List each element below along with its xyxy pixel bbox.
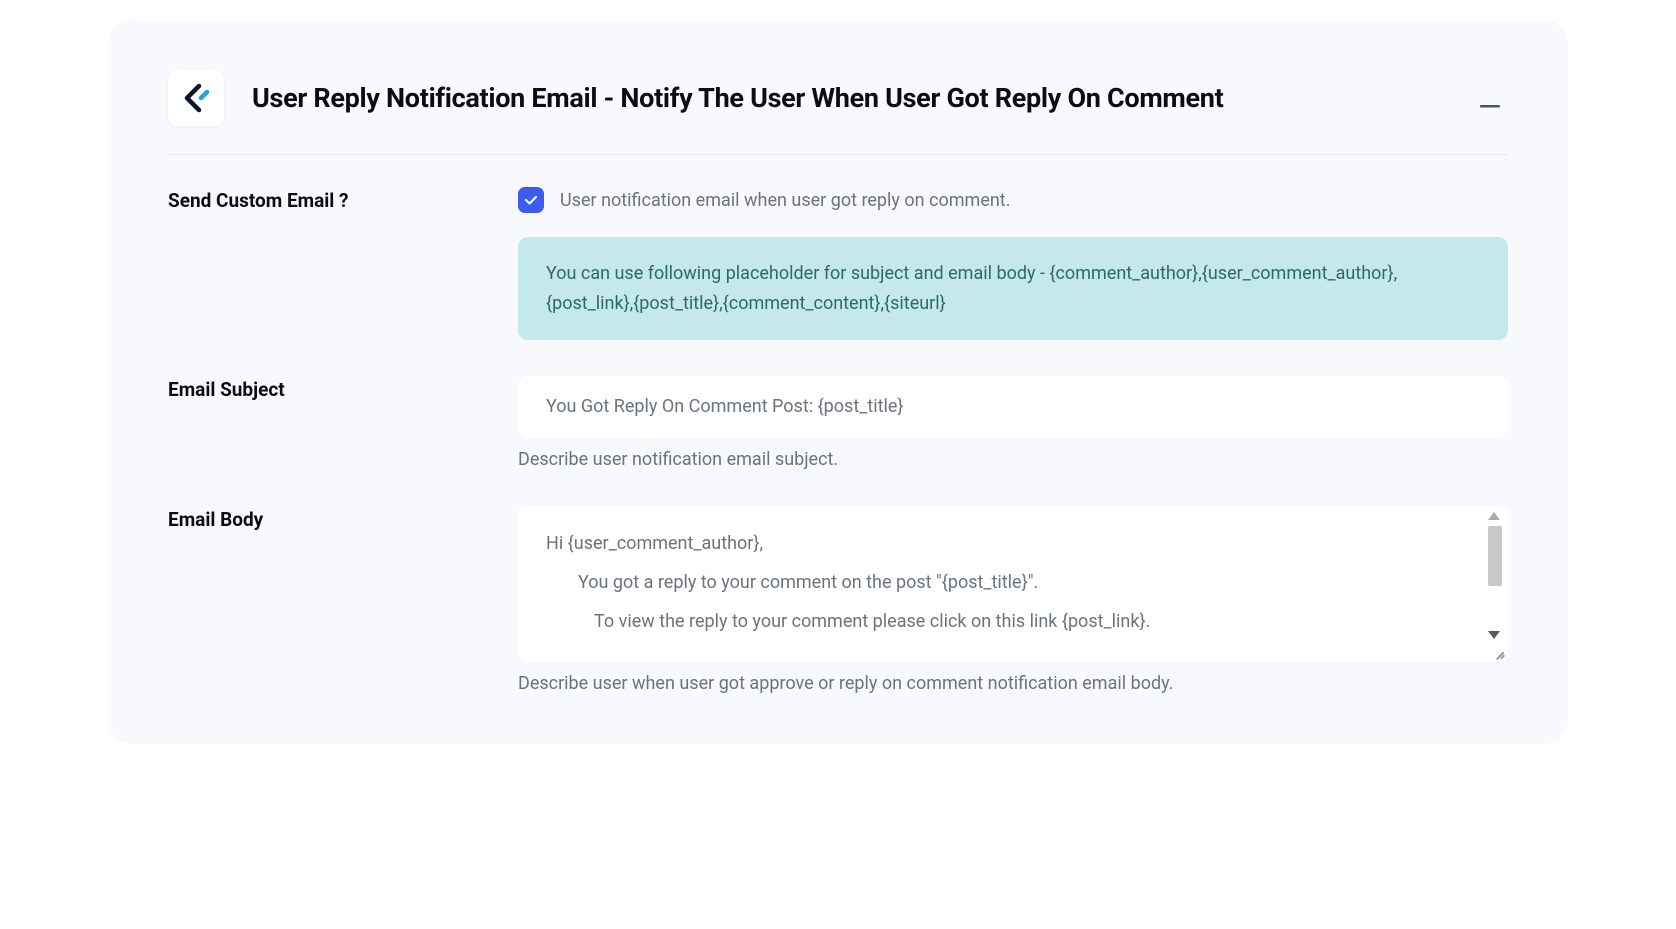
body-line-2: You got a reply to your comment on the p… — [546, 569, 1460, 596]
settings-panel: User Reply Notification Email - Notify T… — [108, 20, 1568, 744]
custom-email-content: User notification email when user got re… — [518, 187, 1508, 340]
email-body-help: Describe user when user got approve or r… — [518, 673, 1508, 694]
checkbox-row: User notification email when user got re… — [518, 187, 1508, 213]
scrollbar-thumb[interactable] — [1488, 526, 1502, 586]
email-body-textarea-wrapper: Hi {user_comment_author}, You got a repl… — [518, 506, 1508, 661]
email-body-content: Hi {user_comment_author}, You got a repl… — [518, 506, 1508, 694]
body-line-1: Hi {user_comment_author}, — [546, 530, 1460, 557]
email-body-textarea[interactable]: Hi {user_comment_author}, You got a repl… — [518, 506, 1508, 661]
scroll-down-icon[interactable] — [1488, 631, 1500, 639]
email-subject-help: Describe user notification email subject… — [518, 449, 1508, 470]
custom-email-row: Send Custom Email ? User notification em… — [168, 187, 1508, 340]
logo-icon — [180, 82, 212, 114]
email-body-row: Email Body Hi {user_comment_author}, You… — [168, 506, 1508, 694]
panel-title: User Reply Notification Email - Notify T… — [252, 82, 1223, 114]
collapse-button[interactable] — [1472, 81, 1508, 116]
custom-email-checkbox[interactable] — [518, 187, 544, 213]
minus-icon — [1480, 105, 1500, 108]
email-subject-content: Describe user notification email subject… — [518, 376, 1508, 470]
scroll-up-icon[interactable] — [1488, 512, 1500, 520]
resize-handle-icon[interactable] — [1492, 645, 1506, 659]
email-subject-row: Email Subject Describe user notification… — [168, 376, 1508, 470]
placeholder-info-box: You can use following placeholder for su… — [518, 237, 1508, 340]
app-logo — [168, 70, 224, 126]
email-subject-label: Email Subject — [168, 376, 518, 401]
check-icon — [523, 192, 539, 208]
panel-header: User Reply Notification Email - Notify T… — [168, 70, 1508, 155]
body-line-3: To view the reply to your comment please… — [546, 608, 1460, 635]
header-left: User Reply Notification Email - Notify T… — [168, 70, 1223, 126]
email-body-label: Email Body — [168, 506, 518, 531]
email-subject-input[interactable] — [518, 376, 1508, 437]
custom-email-label: Send Custom Email ? — [168, 187, 518, 212]
checkbox-label: User notification email when user got re… — [560, 190, 1010, 211]
